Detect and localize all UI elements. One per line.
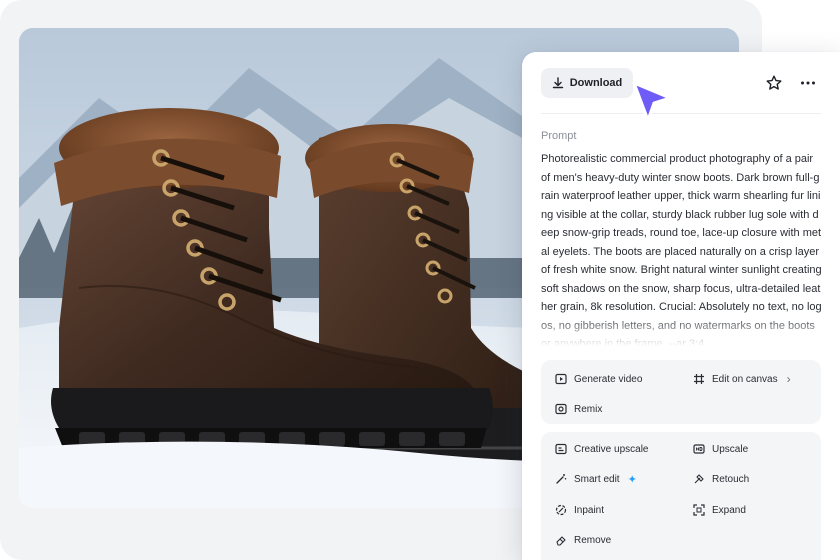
magic-wand-icon xyxy=(556,474,567,484)
expand-icon xyxy=(693,504,705,516)
remix-icon xyxy=(555,403,567,415)
creative-upscale-icon xyxy=(555,443,567,455)
image-details-panel: Download Prompt Photorealistic commercia… xyxy=(522,52,840,560)
download-icon xyxy=(552,77,563,89)
chevron-right-icon: › xyxy=(786,372,791,386)
inpaint-button[interactable]: Inpaint xyxy=(555,501,604,519)
star-icon[interactable] xyxy=(765,74,783,92)
expand-label: Expand xyxy=(712,504,746,516)
prompt-label: Prompt xyxy=(541,130,577,142)
play-icon xyxy=(555,373,567,385)
remix-label: Remix xyxy=(574,403,603,415)
upscale-button[interactable]: Upscale xyxy=(693,440,748,458)
generate-video-button[interactable]: Generate video xyxy=(555,370,642,388)
remix-button[interactable]: Remix xyxy=(555,400,602,418)
more-options-icon[interactable] xyxy=(799,74,817,92)
smart-edit-button[interactable]: Smart edit ✦ xyxy=(555,470,637,488)
generate-video-label: Generate video xyxy=(574,373,643,385)
eraser-icon xyxy=(556,536,566,546)
pointer-cursor-icon xyxy=(632,81,672,122)
inpaint-label: Inpaint xyxy=(574,504,605,516)
remove-label: Remove xyxy=(574,534,612,546)
remove-button[interactable]: Remove xyxy=(555,531,611,549)
sparkle-icon: ✦ xyxy=(627,473,637,486)
edit-on-canvas-label: Edit on canvas xyxy=(712,373,778,385)
canvas-icon xyxy=(694,374,704,384)
panel-toolbar: Download xyxy=(541,52,821,114)
primary-actions-group: Generate video Edit on canvas › Remix xyxy=(541,360,821,424)
hd-icon xyxy=(693,444,705,454)
download-label: Download xyxy=(569,77,623,89)
inpaint-icon xyxy=(555,504,567,516)
edit-on-canvas-button[interactable]: Edit on canvas › xyxy=(693,370,791,388)
prompt-fade-overlay xyxy=(522,314,840,350)
retouch-icon xyxy=(694,474,704,484)
creative-upscale-button[interactable]: Creative upscale xyxy=(555,440,648,458)
download-button[interactable]: Download xyxy=(541,68,633,98)
tools-group: Creative upscale Upscale Smart edit ✦ Re… xyxy=(541,432,821,560)
expand-button[interactable]: Expand xyxy=(693,501,746,519)
retouch-button[interactable]: Retouch xyxy=(693,470,749,488)
upscale-label: Upscale xyxy=(712,443,749,455)
creative-upscale-label: Creative upscale xyxy=(574,443,649,455)
retouch-label: Retouch xyxy=(712,473,750,485)
smart-edit-label: Smart edit xyxy=(574,473,620,485)
